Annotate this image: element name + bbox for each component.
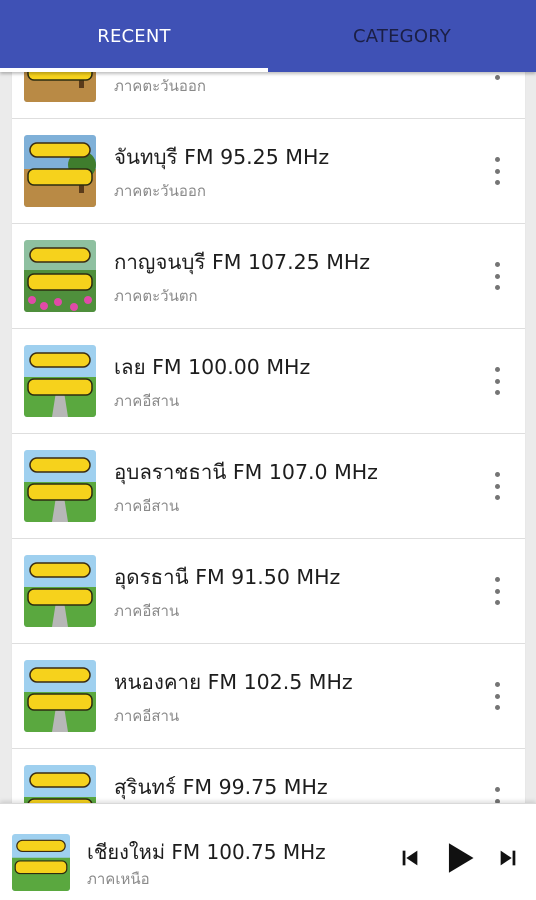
skip-previous-button[interactable] <box>396 844 424 872</box>
more-vert-icon[interactable] <box>493 262 501 290</box>
app-root: RECENT CATEGORY ภาคตะวันออก จันทบุรี FM 9… <box>0 0 536 900</box>
tab-indicator <box>0 68 268 72</box>
station-title: เลย FM 100.00 MHz <box>114 355 311 379</box>
tab-category[interactable]: CATEGORY <box>268 0 536 72</box>
station-logo <box>24 240 96 312</box>
station-list[interactable]: ภาคตะวันออก จันทบุรี FM 95.25 MHz ภาคตะวัน… <box>12 14 525 854</box>
tab-recent[interactable]: RECENT <box>0 0 268 72</box>
station-region: ภาคตะวันออก <box>114 182 206 200</box>
more-vert-icon[interactable] <box>493 577 501 605</box>
station-region: ภาคอีสาน <box>114 707 180 725</box>
station-list-item[interactable]: กาญจนบุรี FM 107.25 MHz ภาคตะวันตก <box>12 224 525 329</box>
station-title: สุรินทร์ FM 99.75 MHz <box>114 775 328 799</box>
more-vert-icon[interactable] <box>493 367 501 395</box>
station-region: ภาคอีสาน <box>114 602 180 620</box>
now-playing-bar[interactable]: เชียงใหม่ FM 100.75 MHz ภาคเหนือ <box>0 803 536 900</box>
station-list-item[interactable]: เลย FM 100.00 MHz ภาคอีสาน <box>12 329 525 434</box>
play-button[interactable] <box>440 841 480 875</box>
station-region: ภาคอีสาน <box>114 497 180 515</box>
more-vert-icon[interactable] <box>493 157 501 185</box>
skip-next-button[interactable] <box>494 844 522 872</box>
station-list-item[interactable]: หนองคาย FM 102.5 MHz ภาคอีสาน <box>12 644 525 749</box>
station-logo <box>24 135 96 207</box>
more-vert-icon[interactable] <box>493 682 501 710</box>
tab-category-label: CATEGORY <box>353 25 451 47</box>
now-playing-artwork <box>12 834 70 891</box>
tab-bar: RECENT CATEGORY <box>0 0 536 72</box>
skip-previous-icon <box>402 850 418 866</box>
station-title: อุดรธานี FM 91.50 MHz <box>114 565 341 589</box>
now-playing-subtitle: ภาคเหนือ <box>87 870 150 888</box>
station-region: ภาคตะวันตก <box>114 287 198 305</box>
station-region: ภาคตะวันออก <box>114 77 206 95</box>
station-title: จันทบุรี FM 95.25 MHz <box>114 145 330 169</box>
station-region: ภาคอีสาน <box>114 392 180 410</box>
station-logo <box>24 450 96 522</box>
station-title: กาญจนบุรี FM 107.25 MHz <box>114 250 371 274</box>
station-logo <box>24 345 96 417</box>
station-list-item[interactable]: อุดรธานี FM 91.50 MHz ภาคอีสาน <box>12 539 525 644</box>
station-title: หนองคาย FM 102.5 MHz <box>114 670 353 694</box>
station-title: อุบลราชธานี FM 107.0 MHz <box>114 460 378 484</box>
station-logo <box>24 555 96 627</box>
station-list-item[interactable]: จันทบุรี FM 95.25 MHz ภาคตะวันออก <box>12 119 525 224</box>
skip-next-icon <box>500 850 516 866</box>
play-icon <box>448 843 474 873</box>
more-vert-icon[interactable] <box>493 472 501 500</box>
tab-recent-label: RECENT <box>97 25 171 47</box>
station-list-item[interactable]: อุบลราชธานี FM 107.0 MHz ภาคอีสาน <box>12 434 525 539</box>
now-playing-title: เชียงใหม่ FM 100.75 MHz <box>87 840 326 864</box>
station-logo <box>24 660 96 732</box>
